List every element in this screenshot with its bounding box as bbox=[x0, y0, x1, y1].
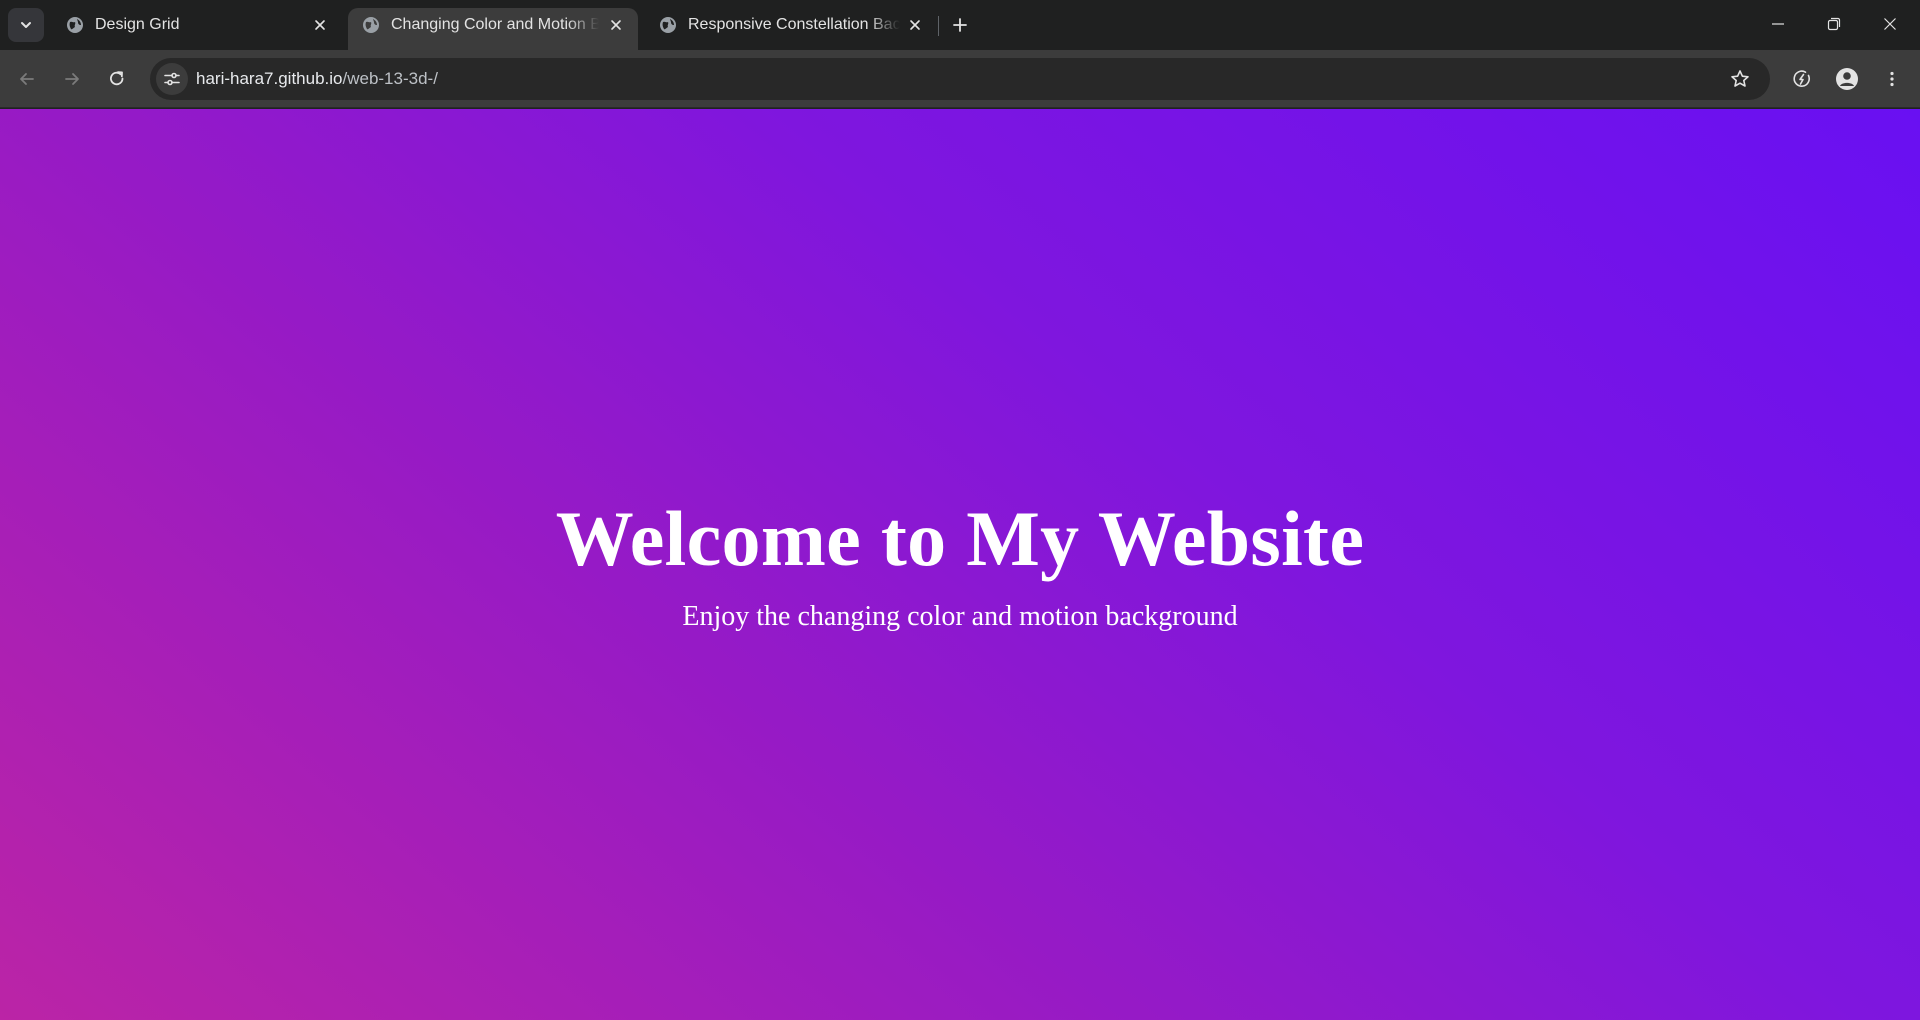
tab-close-button[interactable] bbox=[605, 14, 627, 36]
chevron-down-icon bbox=[21, 22, 31, 28]
restore-button[interactable] bbox=[1806, 0, 1862, 48]
page-viewport: Welcome to My Website Enjoy the changing… bbox=[0, 109, 1920, 1020]
url-path: /web-13-3d-/ bbox=[342, 69, 438, 88]
tab-title: Responsive Constellation Background bbox=[688, 16, 900, 33]
more-vertical-icon bbox=[1890, 71, 1894, 87]
plus-icon bbox=[953, 18, 967, 32]
globe-icon bbox=[660, 17, 676, 33]
tab-responsive-constellation[interactable]: Responsive Constellation Background bbox=[645, 8, 935, 50]
restore-icon bbox=[1827, 17, 1841, 31]
tab-close-button[interactable] bbox=[309, 14, 331, 36]
arrow-left-icon bbox=[20, 73, 34, 85]
tab-search-button[interactable] bbox=[8, 8, 44, 42]
profile-button[interactable] bbox=[1830, 62, 1864, 96]
page-title: Welcome to My Website bbox=[555, 495, 1365, 582]
address-bar[interactable]: hari-hara7.github.io/web-13-3d-/ bbox=[150, 58, 1770, 100]
speed-icon bbox=[1793, 70, 1810, 87]
globe-icon bbox=[67, 17, 83, 33]
tune-icon bbox=[164, 72, 180, 86]
forward-button[interactable] bbox=[55, 62, 89, 96]
new-tab-button[interactable] bbox=[948, 10, 972, 40]
avatar-icon bbox=[1836, 68, 1858, 90]
close-window-button[interactable] bbox=[1862, 0, 1918, 48]
arrow-right-icon bbox=[65, 73, 79, 85]
tab-strip: Design Grid Changing Color and Motion Ba… bbox=[0, 0, 1920, 50]
page-subtitle: Enjoy the changing color and motion back… bbox=[682, 601, 1238, 632]
reload-button[interactable] bbox=[100, 62, 134, 96]
tab-title: Changing Color and Motion Background bbox=[391, 16, 599, 33]
url-text[interactable]: hari-hara7.github.io/web-13-3d-/ bbox=[196, 68, 438, 90]
browser-toolbar: hari-hara7.github.io/web-13-3d-/ bbox=[0, 50, 1920, 108]
tab-design-grid[interactable]: Design Grid bbox=[52, 8, 336, 50]
menu-button[interactable] bbox=[1875, 62, 1909, 96]
site-info-button[interactable] bbox=[156, 63, 188, 95]
tab-changing-color[interactable]: Changing Color and Motion Background bbox=[348, 8, 638, 50]
hero-section: Welcome to My Website Enjoy the changing… bbox=[0, 492, 1920, 634]
minimize-icon bbox=[1772, 23, 1784, 25]
tab-title: Design Grid bbox=[95, 16, 180, 33]
url-host: hari-hara7.github.io bbox=[196, 69, 343, 88]
reload-icon bbox=[110, 71, 124, 86]
close-icon bbox=[1884, 18, 1896, 30]
back-button[interactable] bbox=[10, 62, 44, 96]
minimize-button[interactable] bbox=[1750, 0, 1806, 48]
close-icon bbox=[910, 20, 920, 30]
bookmark-button[interactable] bbox=[1724, 63, 1756, 95]
star-icon bbox=[1731, 70, 1749, 87]
globe-icon bbox=[363, 17, 379, 33]
tab-divider bbox=[938, 16, 939, 36]
performance-button[interactable] bbox=[1785, 62, 1819, 96]
close-icon bbox=[611, 20, 621, 30]
close-icon bbox=[315, 20, 325, 30]
tab-close-button[interactable] bbox=[904, 14, 926, 36]
